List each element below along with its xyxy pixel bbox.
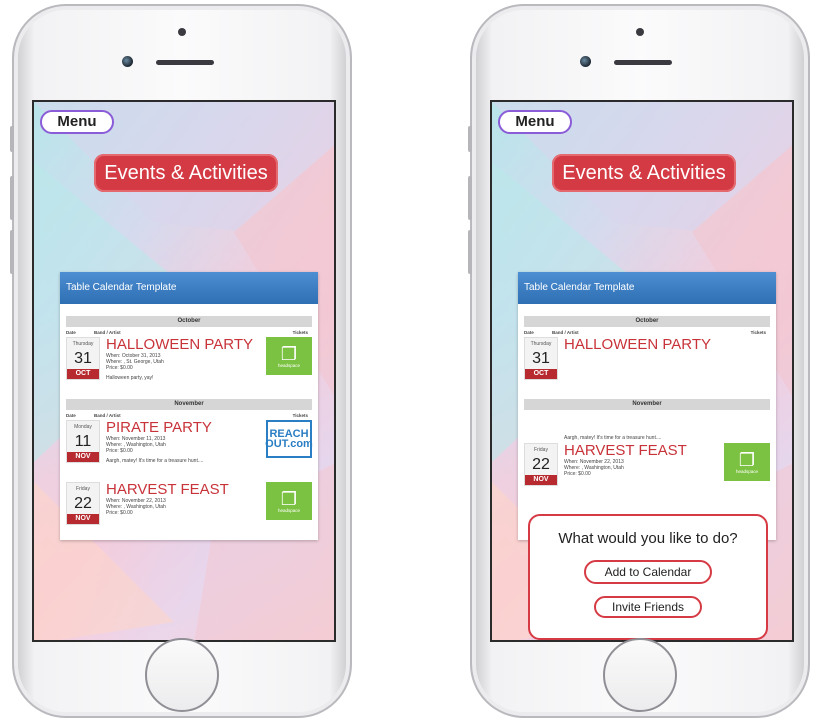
- col-tickets: Tickets: [292, 330, 308, 335]
- day-of-week: Thursday: [530, 341, 552, 347]
- action-dialog: What would you like to do? Add to Calend…: [528, 514, 768, 640]
- day-of-week: Friday: [534, 447, 548, 453]
- menu-button[interactable]: Menu: [498, 110, 572, 134]
- calendar-header: Table Calendar Template: [60, 272, 318, 304]
- ticket-button[interactable]: ❐ headspace: [266, 337, 312, 375]
- phone-frame-left: Menu Events & Activities Table Calendar …: [10, 4, 352, 718]
- event-info: HARVEST FEAST When: November 22, 2013 Wh…: [106, 482, 266, 517]
- volume-down-button: [468, 230, 472, 274]
- phone-frame-right: Menu Events & Activities Table Calendar …: [468, 4, 810, 718]
- event-price: Price: $0.00: [106, 365, 133, 371]
- headspace-logo-icon: ❐: [738, 449, 756, 470]
- ticket-button[interactable]: ❐ headspace: [724, 443, 770, 481]
- calendar-body: October Date Band / Artist Tickets Thurs…: [60, 304, 318, 544]
- month-abbr: NOV: [67, 514, 99, 524]
- front-camera-icon: [122, 56, 133, 67]
- event-name[interactable]: HALLOWEEN PARTY: [106, 337, 266, 353]
- event-row[interactable]: Thursday 31 OCT HALLOWEEN PARTY When: Oc…: [66, 337, 312, 399]
- ticket-vendor-label: headspace: [277, 507, 301, 513]
- ticket-vendor-label: headspace: [735, 468, 759, 474]
- event-info: Aargh, matey! It's time for a treasure h…: [524, 411, 770, 441]
- date-box: Friday 22 NOV: [66, 482, 100, 525]
- mute-switch: [10, 126, 14, 152]
- month-header-november: November: [66, 399, 312, 410]
- phone-screen: Menu Events & Activities Table Calendar …: [32, 100, 336, 642]
- event-price: Price: $0.00: [564, 471, 591, 477]
- top-camera-dot: [178, 28, 186, 36]
- top-camera-dot: [636, 28, 644, 36]
- col-date: Date: [66, 413, 76, 418]
- headspace-logo-icon: ❐: [280, 488, 298, 509]
- phone-screen: Menu Events & Activities Table Calendar …: [490, 100, 794, 642]
- col-date: Date: [524, 330, 534, 335]
- dialog-question: What would you like to do?: [558, 530, 738, 547]
- month-abbr: OCT: [525, 369, 557, 379]
- event-name[interactable]: HARVEST FEAST: [564, 443, 724, 459]
- volume-up-button: [10, 176, 14, 220]
- reachout-logo-line2: OUT.com: [265, 438, 313, 450]
- day-of-week: Thursday: [72, 341, 94, 347]
- event-description: Aargh, matey! It's time for a treasure h…: [564, 435, 662, 441]
- month-abbr: NOV: [67, 452, 99, 462]
- mute-switch: [468, 126, 472, 152]
- month-abbr: NOV: [525, 475, 557, 485]
- ticket-button[interactable]: REACH OUT.com: [265, 420, 313, 458]
- event-row[interactable]: Thursday 31 OCT HALLOWEEN PARTY: [524, 337, 770, 399]
- ticket-vendor-label: headspace: [277, 362, 301, 368]
- page-title: Events & Activities: [94, 154, 278, 192]
- col-tickets: Tickets: [292, 413, 308, 418]
- earpiece-speaker: [614, 60, 672, 65]
- earpiece-speaker: [156, 60, 214, 65]
- date-box: Friday 22 NOV: [524, 443, 558, 486]
- date-box: Thursday 31 OCT: [66, 337, 100, 380]
- front-camera-icon: [580, 56, 591, 67]
- date-box: Monday 11 NOV: [66, 420, 100, 463]
- event-info: PIRATE PARTY When: November 11, 2013 Whe…: [106, 420, 266, 465]
- event-price: Price: $0.00: [106, 510, 133, 516]
- event-row[interactable]: Aargh, matey! It's time for a treasure h…: [524, 411, 770, 443]
- event-name[interactable]: HARVEST FEAST: [106, 482, 266, 498]
- event-name[interactable]: HALLOWEEN PARTY: [564, 337, 770, 353]
- headspace-logo-icon: ❐: [280, 343, 298, 364]
- page-title: Events & Activities: [552, 154, 736, 192]
- day-of-week: Monday: [74, 424, 92, 430]
- month-header-october: October: [524, 316, 770, 327]
- day-of-week: Friday: [76, 486, 90, 492]
- day-number: 31: [532, 350, 550, 367]
- day-number: 22: [532, 456, 550, 473]
- day-number: 22: [74, 495, 92, 512]
- event-row[interactable]: Friday 22 NOV HARVEST FEAST When: Novemb…: [524, 443, 770, 505]
- col-date: Date: [66, 330, 76, 335]
- event-price: Price: $0.00: [106, 448, 133, 454]
- menu-button[interactable]: Menu: [40, 110, 114, 134]
- ticket-button[interactable]: ❐ headspace: [266, 482, 312, 520]
- month-header-november: November: [524, 399, 770, 410]
- day-number: 31: [74, 350, 92, 367]
- invite-friends-button[interactable]: Invite Friends: [594, 596, 702, 618]
- volume-down-button: [10, 230, 14, 274]
- event-info: HALLOWEEN PARTY When: October 31, 2013 W…: [106, 337, 266, 382]
- volume-up-button: [468, 176, 472, 220]
- event-info: HALLOWEEN PARTY: [564, 337, 770, 353]
- event-description: Aargh, matey! It's time for a treasure h…: [106, 458, 204, 464]
- home-button[interactable]: [603, 638, 677, 712]
- event-row[interactable]: Friday 22 NOV HARVEST FEAST When: Novemb…: [66, 482, 312, 544]
- month-abbr: OCT: [67, 369, 99, 379]
- day-number: 11: [74, 433, 92, 450]
- calendar-card: Table Calendar Template October Date Ban…: [60, 272, 318, 540]
- home-button[interactable]: [145, 638, 219, 712]
- month-header-october: October: [66, 316, 312, 327]
- calendar-header: Table Calendar Template: [518, 272, 776, 304]
- add-to-calendar-button[interactable]: Add to Calendar: [584, 560, 712, 584]
- event-info: HARVEST FEAST When: November 22, 2013 Wh…: [564, 443, 724, 478]
- col-tickets: Tickets: [750, 330, 766, 335]
- date-box: Thursday 31 OCT: [524, 337, 558, 380]
- event-description: Halloween party, yay!: [106, 375, 154, 381]
- calendar-body: October Date Band / Artist Tickets Thurs…: [518, 304, 776, 505]
- calendar-card: Table Calendar Template October Date Ban…: [518, 272, 776, 640]
- event-name[interactable]: PIRATE PARTY: [106, 420, 266, 436]
- event-row[interactable]: Monday 11 NOV PIRATE PARTY When: Novembe…: [66, 420, 313, 482]
